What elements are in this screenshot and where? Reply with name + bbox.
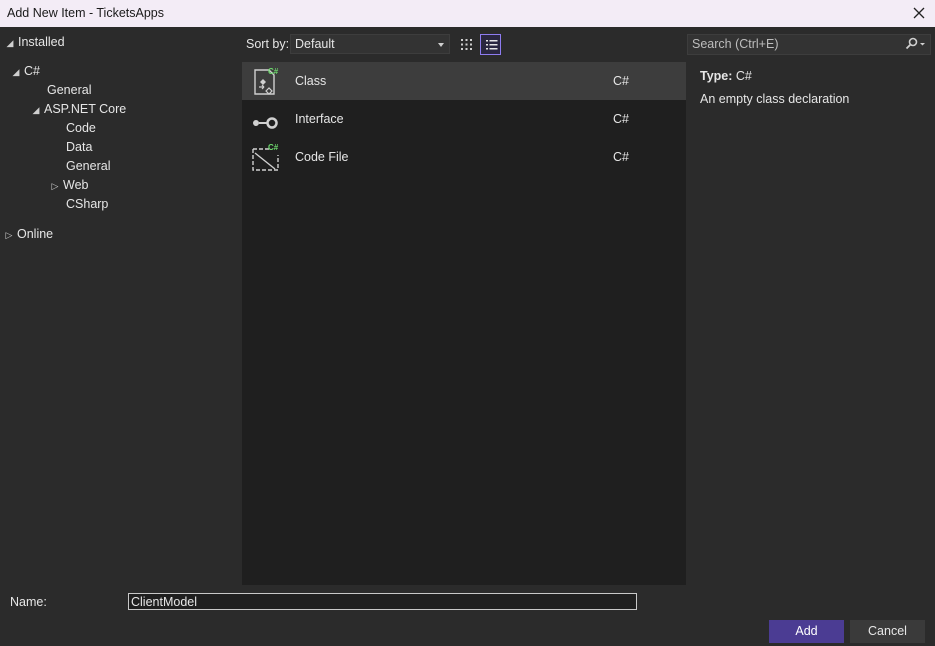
tree-item-label: General (66, 159, 111, 173)
tree-item-installed[interactable]: ◢ Installed (4, 33, 65, 52)
details-type-value: C# (735, 69, 752, 83)
expanded-arrow-icon: ◢ (6, 38, 14, 48)
tree-item-aspnet-core[interactable]: ◢ ASP.NET Core (30, 100, 127, 119)
sort-by-dropdown[interactable]: Default (290, 34, 450, 54)
template-tree: ◢ Installed ◢ C# General ◢ ASP.NET Core Cod… (0, 28, 242, 586)
tree-item-label: C# (24, 64, 40, 78)
grid-view-icon (461, 39, 472, 50)
list-view-icon (486, 40, 498, 50)
expanded-arrow-icon: ◢ (12, 67, 20, 77)
svg-text:C#: C# (268, 67, 279, 76)
template-name: Code File (295, 150, 349, 164)
grid-view-button[interactable] (456, 34, 477, 55)
tree-item-label: ASP.NET Core (44, 102, 127, 116)
name-label: Name: (10, 595, 47, 609)
title-bar: Add New Item - TicketsApps (0, 0, 935, 27)
window-title: Add New Item - TicketsApps (7, 6, 165, 20)
search-box[interactable]: Search (Ctrl+E) (687, 34, 931, 55)
tree-item-csharp[interactable]: ◢ C# (10, 62, 40, 81)
collapsed-arrow-icon: ▷ (51, 181, 59, 191)
tree-item-label: Web (63, 178, 89, 192)
tree-item-label: Code (66, 121, 96, 135)
tree-item-label: Data (66, 140, 93, 154)
details-type-label: Type: (700, 69, 733, 83)
cancel-button[interactable]: Cancel (850, 620, 925, 643)
template-row-interface[interactable]: Interface C# (242, 100, 686, 138)
template-name: Class (295, 74, 327, 88)
template-row-code-file[interactable]: C# Code File C# (242, 138, 686, 176)
template-language: C# (613, 150, 629, 164)
add-button[interactable]: Add (769, 620, 844, 643)
tree-item-label: Installed (18, 35, 65, 49)
class-icon: C# (250, 65, 282, 97)
template-name: Interface (295, 112, 344, 126)
tree-item-label: Online (17, 227, 54, 241)
search-icon[interactable] (904, 37, 926, 54)
close-icon[interactable] (909, 3, 929, 23)
sort-by-label: Sort by: (246, 37, 290, 51)
tree-item-csharp-folder[interactable]: CSharp (66, 195, 108, 214)
details-type: Type: C# (700, 69, 752, 83)
tree-item-web[interactable]: ▷ Web (49, 176, 89, 195)
svg-text:C#: C# (268, 143, 279, 152)
sort-by-value: Default (295, 37, 335, 51)
tree-item-general-aspnet[interactable]: General (66, 157, 110, 176)
interface-icon (250, 103, 282, 135)
tree-item-online[interactable]: ▷ Online (3, 225, 54, 244)
tree-item-general[interactable]: General (47, 81, 91, 100)
search-placeholder: Search (Ctrl+E) (692, 37, 779, 51)
tree-item-label: General (47, 83, 92, 97)
template-language: C# (613, 74, 629, 88)
tree-item-code[interactable]: Code (66, 119, 96, 138)
name-field[interactable] (128, 593, 637, 610)
template-language: C# (613, 112, 629, 126)
tree-item-data[interactable]: Data (66, 138, 92, 157)
list-view-button[interactable] (480, 34, 501, 55)
collapsed-arrow-icon: ▷ (5, 230, 13, 240)
expanded-arrow-icon: ◢ (32, 105, 40, 115)
chevron-down-icon (438, 43, 444, 47)
template-list: C# Class C# Interface C# C# Code File C# (242, 62, 686, 585)
tree-item-label: CSharp (66, 197, 109, 211)
details-description: An empty class declaration (700, 92, 850, 106)
code-file-icon: C# (250, 141, 282, 173)
template-row-class[interactable]: C# Class C# (242, 62, 686, 100)
